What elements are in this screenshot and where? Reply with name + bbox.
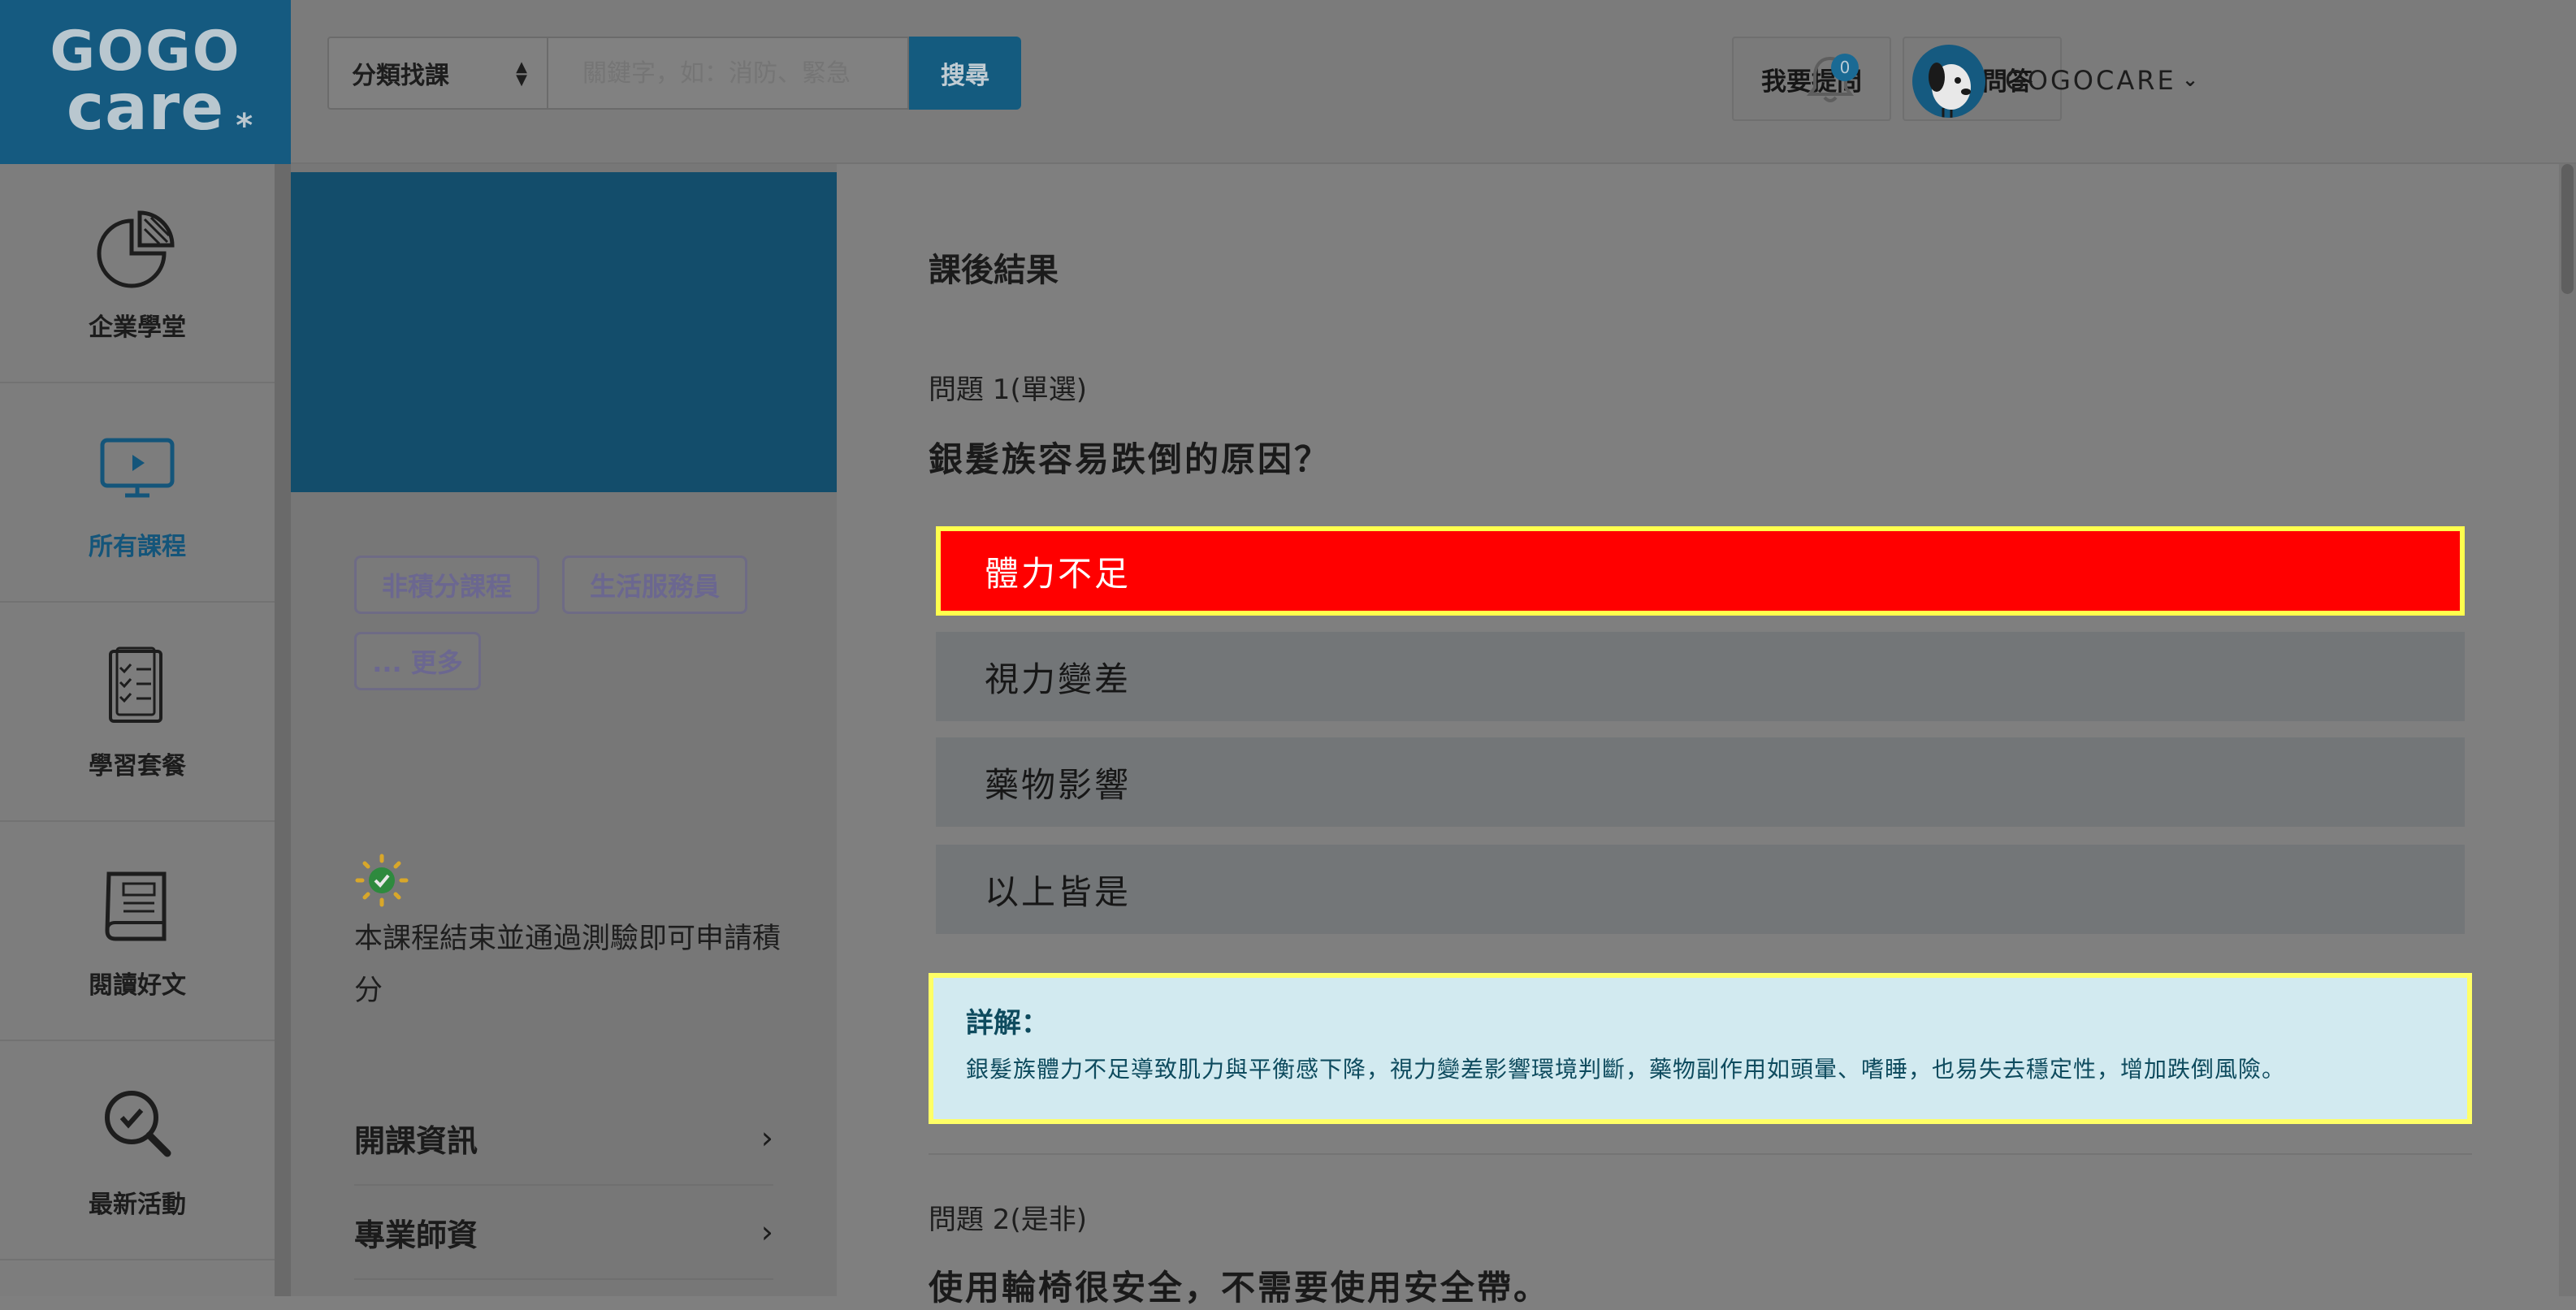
dog-avatar-icon [1929, 63, 1971, 118]
answer-option[interactable]: 以上皆是 [936, 845, 2465, 934]
page-title: 課後結果 [929, 252, 1059, 289]
explanation-box: 詳解： 銀髮族體力不足導致肌力與平衡感下降，視力變差影響環境判斷，藥物副作用如頭… [929, 973, 2472, 1124]
answer-option-selected[interactable]: 體力不足 [936, 526, 2465, 616]
logo-line2: care * [66, 71, 254, 145]
explanation-text: 銀髮族體力不足導致肌力與平衡感下降，視力變差影響環境判斷，藥物副作用如頭暈、嗜睡… [966, 1056, 2286, 1083]
course-banner [291, 172, 837, 492]
tag-more[interactable]: ... 更多 [354, 632, 481, 690]
accordion-label: 專業師資 [354, 1217, 478, 1253]
select-arrows-icon: ▲ ▼ [516, 58, 527, 89]
search-button[interactable]: 搜尋 [909, 37, 1021, 110]
divider [929, 1153, 2472, 1155]
nav-scrollbar[interactable] [275, 164, 291, 1296]
answer-option[interactable]: 藥物影響 [936, 737, 2465, 827]
nav-item-learning-packages[interactable]: 學習套餐 [0, 603, 275, 822]
nav-label: 企業學堂 [89, 313, 186, 342]
course-sidebar: 非積分課程 生活服務員 ... 更多 本課程結束並通過測驗即可申請積分 開課資訊… [291, 164, 837, 1296]
nav-label: 所有課程 [89, 533, 186, 561]
credit-badge-icon [355, 854, 409, 907]
nav-label: 閱讀好文 [89, 971, 186, 1000]
chevron-right-icon: › [760, 1120, 773, 1156]
gogocare-logo[interactable]: GOGO care * [0, 0, 291, 164]
nav-label: 最新活動 [89, 1191, 186, 1219]
accordion-instructors[interactable]: 專業師資 › [354, 1186, 773, 1280]
answer-option[interactable]: 視力變差 [936, 632, 2465, 721]
question-1-label: 問題 1(單選) [929, 374, 1087, 406]
question-2-label: 問題 2(是非) [929, 1204, 1087, 1236]
category-select[interactable]: 分類找課 ▲ ▼ [327, 37, 548, 110]
notification-badge: 0 [1831, 54, 1859, 81]
left-nav: 企業學堂 所有課程 學習套餐 閱讀好文 最新活動 [0, 164, 275, 1296]
nav-item-latest-events[interactable]: 最新活動 [0, 1041, 275, 1260]
accordion-course-info[interactable]: 開課資訊 › [354, 1092, 773, 1186]
search-check-icon [105, 1091, 171, 1157]
book-icon [105, 871, 167, 941]
nav-item-all-courses[interactable]: 所有課程 [0, 383, 275, 603]
main-scrollbar[interactable] [2559, 164, 2576, 1296]
user-name[interactable]: GOGOCARE [2005, 65, 2176, 96]
top-header: 分類找課 ▲▼ 搜尋 我要提問 常見問答 [291, 0, 2576, 164]
tag-life-service[interactable]: 生活服務員 [562, 556, 747, 614]
logo-star: * [236, 107, 254, 145]
category-select-label: 分類找課 [352, 62, 449, 90]
tag-non-credit[interactable]: 非積分課程 [354, 556, 539, 614]
quiz-results: 課後結果 問題 1(單選) 銀髮族容易跌倒的原因？ 體力不足 視力變差 藥物影響… [837, 164, 2576, 1308]
checklist-icon [109, 646, 162, 723]
avatar[interactable] [1912, 45, 1985, 118]
nav-label: 學習套餐 [89, 752, 186, 780]
pie-chart-icon [97, 210, 175, 288]
nav-item-reading[interactable]: 閱讀好文 [0, 822, 275, 1041]
chevron-right-icon: › [760, 1214, 773, 1250]
logo-line1: GOGO [50, 19, 241, 84]
credit-note: 本課程結束並通過測驗即可申請積分 [354, 923, 781, 1007]
question-2-text: 使用輪椅很安全，不需要使用安全帶。 [929, 1268, 1551, 1308]
question-1-text: 銀髮族容易跌倒的原因？ [929, 439, 1331, 479]
search-input[interactable] [548, 37, 909, 110]
monitor-play-icon [100, 438, 175, 498]
explanation-title: 詳解： [966, 1007, 1049, 1040]
nav-item-enterprise[interactable]: 企業學堂 [0, 164, 275, 383]
chevron-down-icon[interactable]: ⌄ [2182, 68, 2198, 91]
scrollbar-thumb[interactable] [2561, 164, 2574, 294]
accordion-label: 開課資訊 [354, 1122, 478, 1159]
